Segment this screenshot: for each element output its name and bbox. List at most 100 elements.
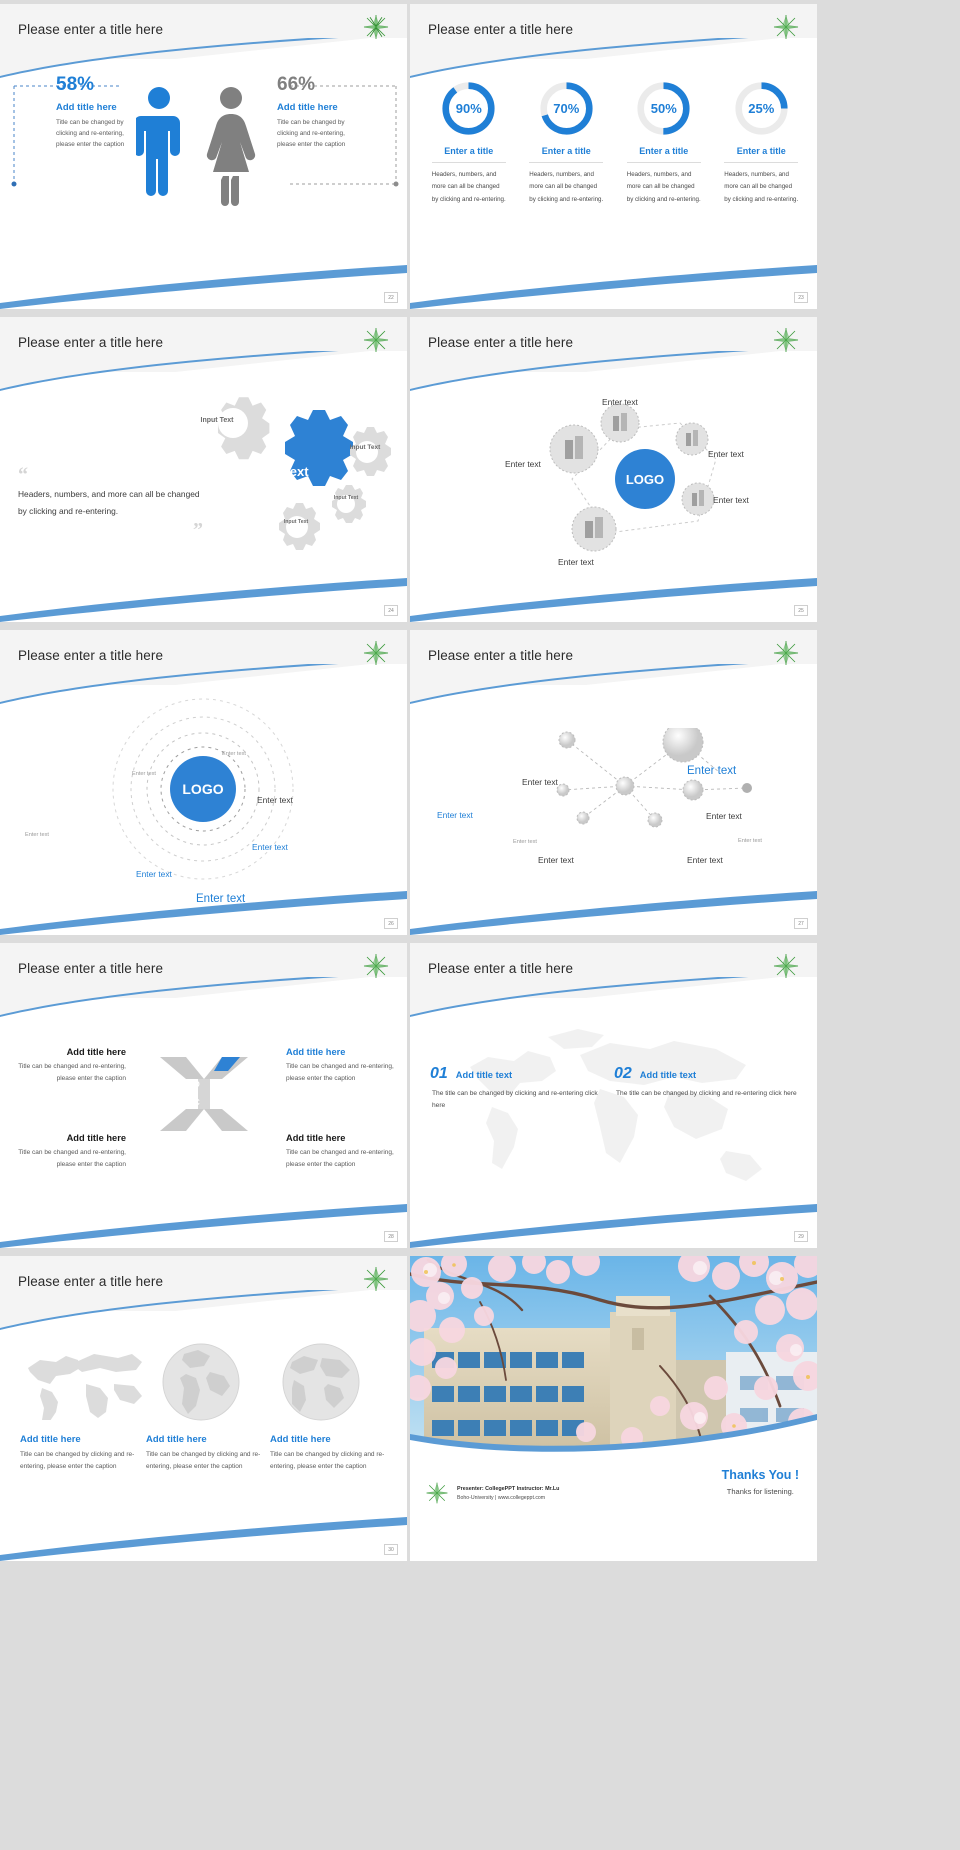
- page-title: Please enter a title here: [428, 335, 574, 350]
- green-star-logo-icon: [363, 328, 389, 352]
- slide-28[interactable]: Please enter a title here D A C B Add ti…: [0, 943, 407, 1248]
- donut-title: Enter a title: [736, 146, 786, 156]
- slide-cell-26[interactable]: Please enter a title here LOGO Enter tex…: [0, 626, 407, 939]
- slide-number: 28: [384, 1231, 398, 1242]
- slide-number: 23: [794, 292, 808, 303]
- globe-americas-icon: [162, 1343, 240, 1421]
- slide-23[interactable]: Please enter a title here 90% Enter a ti…: [410, 4, 817, 309]
- slide-cell-23[interactable]: Please enter a title here 90% Enter a ti…: [410, 0, 817, 313]
- globe-heading: Add title here: [146, 1434, 207, 1445]
- block-bottom-left: Add title here Title can be changed and …: [8, 1133, 126, 1171]
- svg-text:A: A: [211, 1080, 217, 1089]
- donut-value-label: 70%: [553, 101, 580, 116]
- block-heading: Add title here: [286, 1047, 346, 1057]
- bottom-curve-decoration: [0, 891, 407, 935]
- ring-label-6: Enter text: [136, 869, 172, 879]
- ring-label-3: Enter text: [257, 795, 293, 805]
- block-bottom-right: Add title here Title can be changed and …: [286, 1133, 404, 1171]
- donut-item-2[interactable]: 70% Enter a title Headers, numbers, and …: [522, 80, 610, 206]
- gear-grey-top: [217, 397, 270, 460]
- female-percent-value: 66%: [277, 74, 316, 95]
- svg-text:B: B: [211, 1098, 217, 1107]
- globe-block-3: Add title here Title can be changed by c…: [270, 1434, 388, 1473]
- globe-caption: Title can be changed by clicking and re-…: [20, 1451, 135, 1471]
- item-number: 01: [430, 1065, 448, 1082]
- item-heading: Add title text: [639, 1070, 697, 1080]
- donut-row: 90% Enter a title Headers, numbers, and …: [420, 80, 810, 206]
- donut-chart-50: 50%: [635, 80, 692, 137]
- slide-cell-22[interactable]: Please enter a title here 58% Add title …: [0, 0, 407, 313]
- female-stat-block: 66% Add title here Title can be changed …: [277, 74, 359, 151]
- bottom-curve-decoration: [410, 578, 817, 622]
- slide-cell-thanks[interactable]: Presenter: CollegePPT Instructor: Mr.Lu …: [410, 1252, 817, 1565]
- svg-text:LOGO: LOGO: [182, 781, 223, 797]
- ring-label-5: Enter text: [252, 842, 288, 852]
- page-title: Please enter a title here: [18, 961, 164, 976]
- thanks-block: Thanks You ! Thanks for listening.: [722, 1468, 799, 1496]
- green-star-logo-icon: [773, 641, 799, 665]
- block-heading: Add title here: [286, 1133, 346, 1143]
- slide-cell-27[interactable]: Please enter a title here Enter text Ent…: [410, 626, 817, 939]
- net-label-3: Enter text: [437, 810, 473, 820]
- slide-cell-25[interactable]: Please enter a title here LOGO Enter tex…: [410, 313, 817, 626]
- female-caption: Title can be changed by clicking and re-…: [277, 119, 346, 149]
- page-title: Please enter a title here: [18, 22, 164, 37]
- gear-label-5: Input Text: [283, 519, 309, 525]
- net-label-5: Enter text: [513, 839, 537, 845]
- slide-number: 24: [384, 605, 398, 616]
- slide-26[interactable]: Please enter a title here LOGO Enter tex…: [0, 630, 407, 935]
- block-caption: Title can be changed and re-entering, pl…: [18, 1149, 126, 1169]
- header-curve-decoration: [0, 1290, 407, 1330]
- header-curve-decoration: [410, 38, 817, 78]
- svg-text:C: C: [194, 1098, 200, 1107]
- donut-chart-90: 90%: [440, 80, 497, 137]
- slide-thumbnail-grid: Please enter a title here 58% Add title …: [0, 0, 960, 1850]
- male-caption: Title can be changed by clicking and re-…: [56, 119, 125, 149]
- block-top-left: Add title here Title can be changed and …: [8, 1047, 126, 1085]
- donut-value-label: 50%: [650, 101, 677, 116]
- donut-title: Enter a title: [444, 146, 494, 156]
- net-label-7: Enter text: [538, 855, 574, 865]
- page-title: Please enter a title here: [428, 22, 574, 37]
- item-heading: Add title text: [455, 1070, 513, 1080]
- net-label-4: Enter text: [706, 811, 742, 821]
- slide-cell-30[interactable]: Please enter a title here Add title here…: [0, 1252, 407, 1565]
- slide-thanks[interactable]: Presenter: CollegePPT Instructor: Mr.Lu …: [410, 1256, 817, 1561]
- gear-label-2: Input Text: [247, 464, 309, 479]
- donut-item-3[interactable]: 50% Enter a title Headers, numbers, and …: [620, 80, 708, 206]
- gear-grey-lowerright: [332, 485, 366, 523]
- slide-cell-28[interactable]: Please enter a title here D A C B Add ti…: [0, 939, 407, 1252]
- presenter-line-2: Boho-University | www.collegeppt.com: [457, 1495, 546, 1502]
- male-stat-block: 58% Add title here Title can be changed …: [56, 74, 134, 151]
- slide-number: 26: [384, 918, 398, 929]
- globe-heading: Add title here: [270, 1434, 331, 1445]
- slide-cell-29[interactable]: Please enter a title here 01 Add title t…: [410, 939, 817, 1252]
- gear-label-4: Input Text: [333, 495, 359, 501]
- donut-item-4[interactable]: 25% Enter a title Headers, numbers, and …: [717, 80, 805, 206]
- concentric-rings-diagram: LOGO: [112, 698, 294, 880]
- donut-value-label: 25%: [748, 101, 775, 116]
- header-curve-decoration: [410, 977, 817, 1017]
- slide-22[interactable]: Please enter a title here 58% Add title …: [0, 4, 407, 309]
- block-heading: Add title here: [66, 1047, 126, 1057]
- slide-number: 30: [384, 1544, 398, 1555]
- hex-label-bottom: Enter text: [558, 557, 594, 567]
- header-curve-decoration: [410, 664, 817, 704]
- gear-grey-right: [350, 427, 391, 476]
- presenter-credits: Presenter: CollegePPT Instructor: Mr.Lu …: [457, 1484, 559, 1504]
- slide-25[interactable]: Please enter a title here LOGO Enter tex…: [410, 317, 817, 622]
- bottom-curve-decoration: [0, 1517, 407, 1561]
- female-heading: Add title here: [277, 102, 338, 113]
- green-star-logo-icon: [426, 1482, 448, 1504]
- slide-29[interactable]: Please enter a title here 01 Add title t…: [410, 943, 817, 1248]
- donut-item-1[interactable]: 90% Enter a title Headers, numbers, and …: [425, 80, 513, 206]
- green-star-logo-icon: [363, 641, 389, 665]
- slide-24[interactable]: Please enter a title here “ Headers, num…: [0, 317, 407, 622]
- slide-27[interactable]: Please enter a title here Enter text Ent…: [410, 630, 817, 935]
- presenter-line-1: Presenter: CollegePPT Instructor: Mr.Lu: [457, 1486, 560, 1492]
- item-caption: The title can be changed by clicking and…: [432, 1090, 598, 1110]
- slide-cell-24[interactable]: Please enter a title here “ Headers, num…: [0, 313, 407, 626]
- slide-number: 22: [384, 292, 398, 303]
- slide-30[interactable]: Please enter a title here Add title here…: [0, 1256, 407, 1561]
- donut-caption: Headers, numbers, and more can all be ch…: [529, 171, 604, 203]
